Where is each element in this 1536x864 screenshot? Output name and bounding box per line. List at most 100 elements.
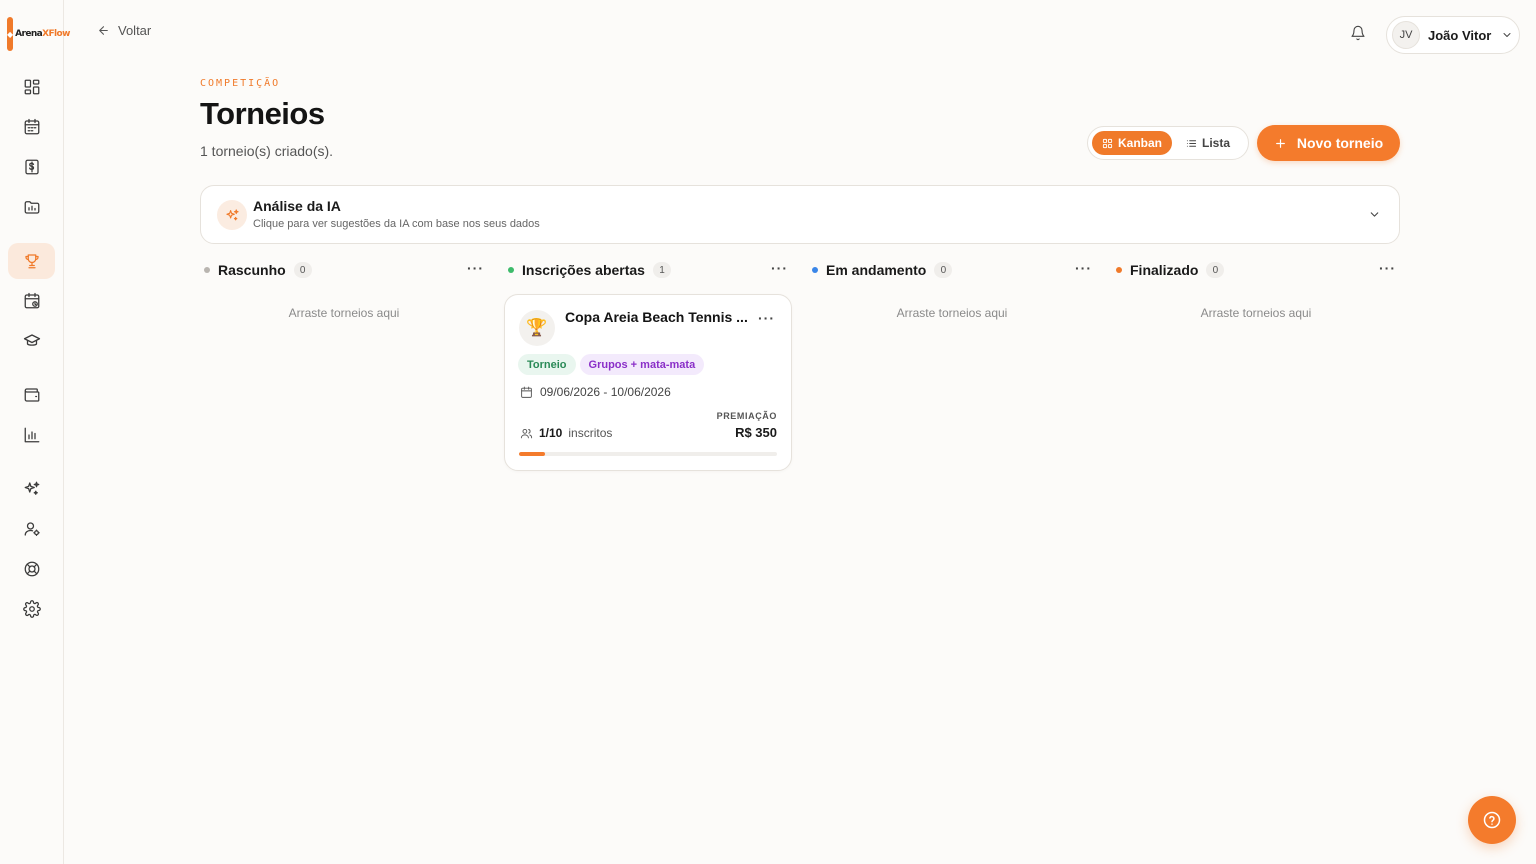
- wallet-icon: [24, 388, 39, 402]
- plus-icon: [1275, 138, 1285, 148]
- nav-tournaments[interactable]: [8, 243, 55, 279]
- column-title: Inscrições abertas: [522, 262, 645, 278]
- brand-name-part1: Arena: [15, 29, 43, 39]
- nav-analytics[interactable]: [8, 417, 55, 453]
- sparkles-icon: [225, 208, 239, 220]
- column-count: 1: [652, 262, 671, 278]
- view-kanban-label: Kanban: [1118, 136, 1163, 150]
- date-range: 09/06/2026 - 10/06/2026: [540, 385, 671, 399]
- card-dates: 09/06/2026 - 10/06/2026: [520, 385, 671, 399]
- view-kanban-button[interactable]: Kanban: [1092, 131, 1173, 155]
- brand-name-part2: XFlow: [42, 29, 70, 39]
- logo-mark-icon: ◆: [7, 17, 14, 51]
- prize-label: PREMIAÇÃO: [716, 411, 777, 421]
- card-more-button[interactable]: ···: [758, 311, 775, 325]
- nav-settings[interactable]: [8, 591, 55, 627]
- enrolled-label: inscritos: [568, 426, 613, 440]
- sparkles-icon: [24, 481, 39, 495]
- column-count: 0: [934, 262, 953, 278]
- enrolled-count: 1/10: [539, 426, 563, 440]
- status-dot: [1116, 267, 1122, 273]
- trophy-icon: [24, 254, 39, 269]
- nav-dashboard[interactable]: [8, 69, 55, 105]
- view-list-button[interactable]: Lista: [1176, 131, 1240, 155]
- user-name: João Vitor: [1428, 27, 1492, 43]
- column-more-button[interactable]: ···: [467, 261, 484, 275]
- nav-ai[interactable]: [8, 471, 55, 507]
- gear-icon: [22, 600, 41, 618]
- nav-support[interactable]: [8, 551, 55, 587]
- arrow-left-icon: [99, 25, 108, 35]
- new-tournament-label: Novo torneio: [1296, 135, 1384, 151]
- tournament-card[interactable]: 🏆 Copa Areia Beach Tennis ... ··· Tornei…: [504, 294, 792, 471]
- sidebar: ◆ ArenaXFlow: [0, 0, 70, 864]
- graduation-cap-icon: [23, 334, 40, 346]
- status-dot: [508, 267, 514, 273]
- column-empty-text: Arraste torneios aqui: [896, 306, 1008, 320]
- lifebuoy-icon: [24, 561, 39, 577]
- ai-analysis-panel[interactable]: Análise da IA Clique para ver sugestões …: [200, 185, 1400, 244]
- view-toggle: Kanban Lista: [1087, 126, 1249, 160]
- status-dot: [812, 267, 818, 273]
- nav-events[interactable]: [8, 283, 55, 319]
- brand-logo[interactable]: ◆ ArenaXFlow: [7, 16, 70, 52]
- progress-fill: [519, 452, 545, 456]
- column-count: 0: [1206, 262, 1225, 278]
- tag-format: Grupos + mata-mata: [579, 354, 705, 375]
- nav-classes[interactable]: [8, 323, 55, 359]
- users-icon: [520, 428, 533, 438]
- page-eyebrow: COMPETIÇÃO: [200, 78, 281, 89]
- notifications-button[interactable]: [1350, 25, 1370, 45]
- enrollment-progress: [519, 452, 777, 456]
- back-link[interactable]: Voltar: [97, 21, 151, 39]
- tag-type: Torneio: [518, 354, 576, 375]
- user-menu[interactable]: JV João Vitor: [1386, 16, 1520, 54]
- calendar-check-icon: [24, 292, 39, 309]
- new-tournament-button[interactable]: Novo torneio: [1257, 125, 1400, 161]
- column-empty-text: Arraste torneios aqui: [1200, 306, 1312, 320]
- help-button[interactable]: [1468, 796, 1516, 844]
- card-title: Copa Areia Beach Tennis ...: [565, 309, 748, 325]
- card-enrollment: 1/10 inscritos: [520, 426, 612, 440]
- column-header-finished: Finalizado 0 ···: [1116, 261, 1396, 279]
- bar-chart-icon: [24, 427, 39, 443]
- calendar-icon: [521, 386, 532, 398]
- user-settings-icon: [24, 522, 40, 537]
- column-header-in-progress: Em andamento 0 ···: [812, 261, 1092, 279]
- chevron-down-icon: [1503, 33, 1511, 37]
- column-header-open: Inscrições abertas 1 ···: [508, 261, 788, 279]
- nav-finance[interactable]: [8, 149, 55, 185]
- status-dot: [204, 267, 210, 273]
- dashboard-icon: [24, 79, 39, 95]
- ai-panel-title: Análise da IA: [253, 198, 341, 214]
- card-tags: Torneio Grupos + mata-mata: [518, 354, 705, 375]
- column-title: Finalizado: [1130, 262, 1199, 278]
- folder-chart-icon: [24, 201, 39, 214]
- column-count: 0: [293, 262, 312, 278]
- column-title: Em andamento: [826, 262, 927, 278]
- column-more-button[interactable]: ···: [1075, 261, 1092, 275]
- nav-wallet[interactable]: [8, 377, 55, 413]
- nav-users[interactable]: [8, 511, 55, 547]
- column-title: Rascunho: [218, 262, 286, 278]
- column-more-button[interactable]: ···: [771, 261, 788, 275]
- prize-value: R$ 350: [735, 425, 777, 440]
- view-list-label: Lista: [1202, 136, 1231, 150]
- ai-panel-subtitle: Clique para ver sugestões da IA com base…: [253, 218, 540, 230]
- calendar-icon: [24, 118, 39, 135]
- trophy-icon: 🏆: [519, 310, 555, 346]
- column-more-button[interactable]: ···: [1379, 261, 1396, 275]
- grid-icon: [1102, 138, 1113, 148]
- page-title: Torneios: [200, 96, 325, 131]
- list-icon: [1186, 139, 1197, 147]
- page-subtitle: 1 torneio(s) criado(s).: [200, 143, 334, 159]
- column-header-draft: Rascunho 0 ···: [204, 261, 484, 279]
- nav-reports-folder[interactable]: [8, 189, 55, 225]
- nav-calendar[interactable]: [8, 109, 55, 145]
- expand-button[interactable]: [1368, 208, 1381, 226]
- chevron-down-icon: [1370, 212, 1379, 217]
- bell-icon: [1351, 25, 1365, 41]
- back-label: Voltar: [118, 22, 152, 38]
- help-icon: [1483, 811, 1501, 829]
- column-empty-text: Arraste torneios aqui: [288, 306, 400, 320]
